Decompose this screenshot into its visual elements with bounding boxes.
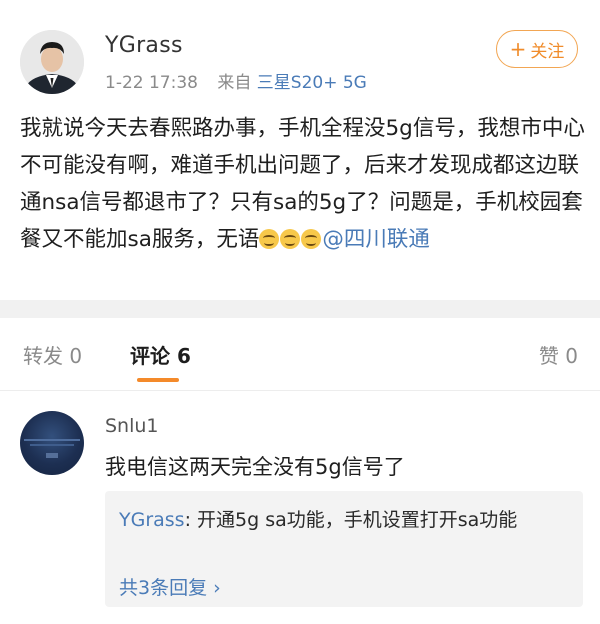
active-tab-indicator xyxy=(137,378,179,382)
mention-link[interactable]: @四川联通 xyxy=(322,227,430,252)
follow-label: 关注 xyxy=(530,41,565,62)
grimace-emoji-icon xyxy=(301,229,322,249)
avatar[interactable] xyxy=(20,30,84,94)
source-device[interactable]: 三星S20+ 5G xyxy=(257,73,367,93)
post-card: YGrass 1-22 17:38 来自 三星S20+ 5G + 关注 我就说今… xyxy=(0,0,600,300)
reply-box[interactable]: YGrass: 开通5g sa功能，手机设置打开sa功能 共3条回复 › xyxy=(105,491,583,607)
tab-reposts[interactable]: 转发 0 xyxy=(23,340,82,369)
username[interactable]: YGrass xyxy=(105,33,183,58)
chevron-right-icon: › xyxy=(213,577,221,599)
post-text: 我就说今天去春熙路办事，手机全程没5g信号，我想市中心不可能没有啊，难道手机出问… xyxy=(20,110,585,258)
source-prefix: 来自 xyxy=(217,73,252,93)
tab-likes[interactable]: 赞 0 xyxy=(539,340,578,369)
grimace-emoji-icon xyxy=(280,229,301,249)
follow-button[interactable]: + 关注 xyxy=(496,30,578,68)
comment-text: 我电信这两天完全没有5g信号了 xyxy=(105,455,405,479)
user-avatar-image xyxy=(20,30,84,94)
reply-body: : 开通5g sa功能，手机设置打开sa功能 xyxy=(184,509,518,531)
comment-list: Snlu1 我电信这两天完全没有5g信号了 YGrass: 开通5g sa功能，… xyxy=(0,390,600,624)
comment-username[interactable]: Snlu1 xyxy=(105,415,159,437)
grimace-emoji-icon xyxy=(259,229,280,249)
post-time: 1-22 17:38 xyxy=(105,73,198,93)
commenter-avatar[interactable] xyxy=(20,411,84,475)
more-replies-link[interactable]: 共3条回复 › xyxy=(119,573,221,600)
commenter-avatar-image xyxy=(24,439,80,458)
interaction-tabs: 转发 0 评论 6 赞 0 xyxy=(0,318,600,390)
tab-comments[interactable]: 评论 6 xyxy=(130,340,191,369)
reply-author[interactable]: YGrass xyxy=(119,509,185,531)
more-replies-label: 共3条回复 xyxy=(119,577,208,599)
reply-text: YGrass: 开通5g sa功能，手机设置打开sa功能 xyxy=(119,505,559,535)
post-meta: 1-22 17:38 来自 三星S20+ 5G xyxy=(105,68,367,93)
plus-icon: + xyxy=(509,37,527,61)
